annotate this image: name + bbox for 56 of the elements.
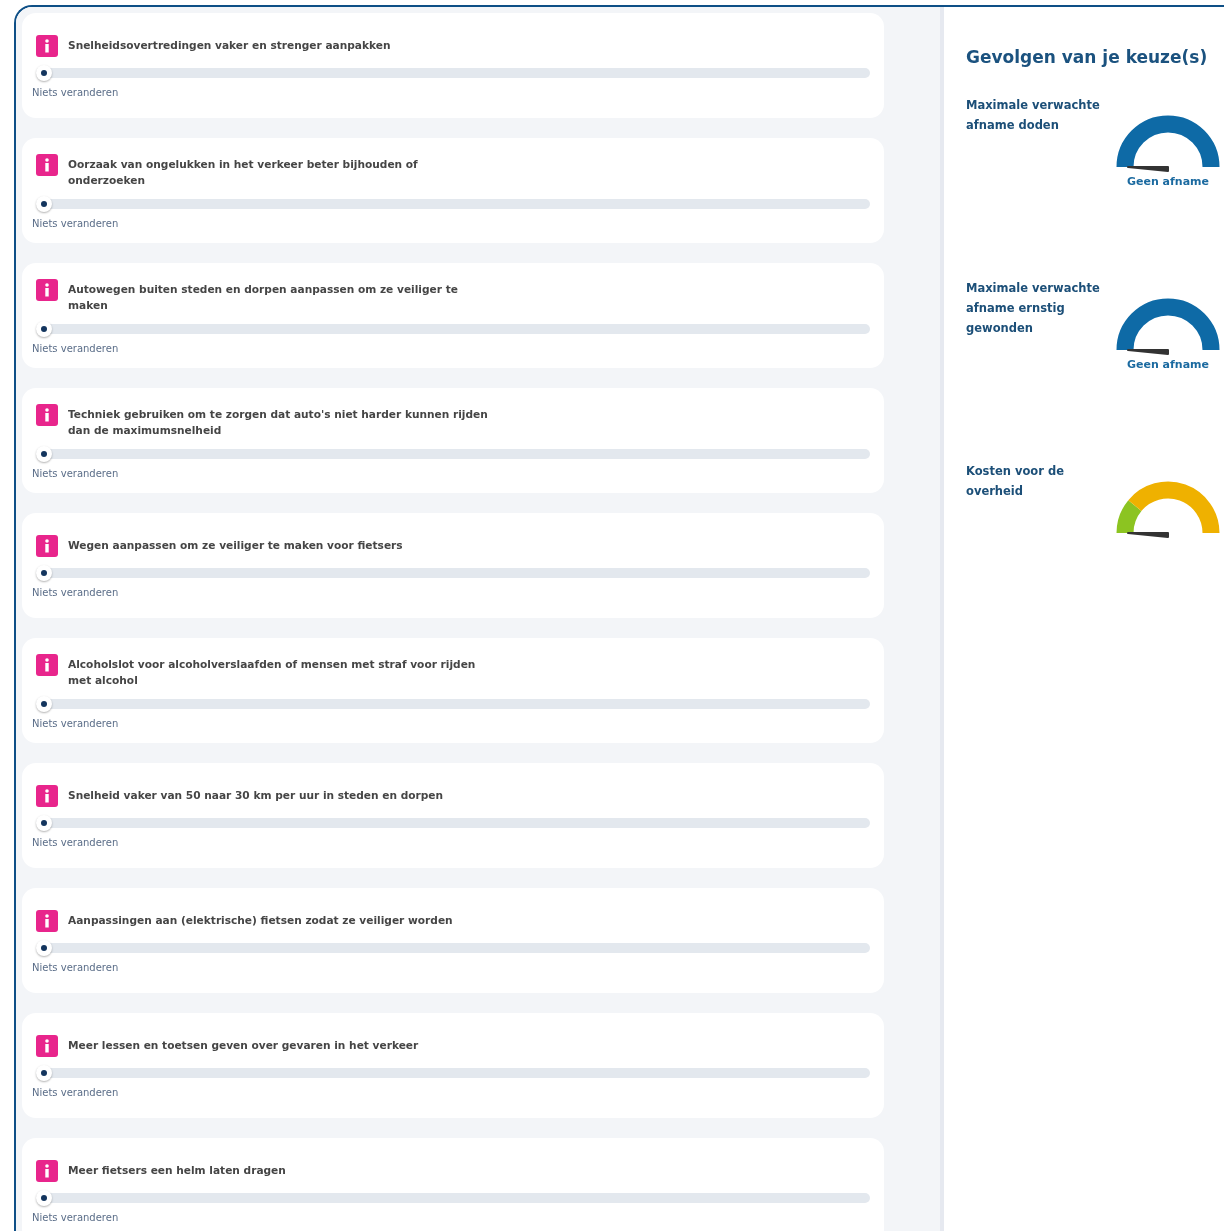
info-icon[interactable]	[36, 1160, 58, 1182]
slider-thumb[interactable]	[36, 65, 52, 81]
info-icon[interactable]	[36, 35, 58, 57]
slider-track[interactable]	[36, 196, 870, 212]
slider-track[interactable]	[36, 321, 870, 337]
info-icon[interactable]	[36, 910, 58, 932]
gauge-reading: Geen afname	[1127, 175, 1209, 188]
measure-title: Snelheidsovertredingen vaker en strenger aanpakken	[68, 38, 391, 53]
measure-title: Wegen aanpassen om ze veiliger te maken voor fietsers	[68, 538, 403, 553]
slider-value: Niets veranderen	[32, 218, 120, 229]
slider-value: Niets veranderen	[32, 468, 120, 479]
info-icon[interactable]	[36, 404, 58, 426]
measure-title: Meer fietsers een helm laten dragen	[68, 1163, 286, 1178]
slider-track[interactable]	[36, 1190, 870, 1206]
gauge-reading: Geen afname	[1127, 358, 1209, 371]
slider-thumb[interactable]	[36, 696, 52, 712]
info-icon[interactable]	[36, 154, 58, 176]
metric-label: Kosten voor de overheid	[966, 463, 1065, 500]
slider-thumb[interactable]	[36, 1065, 52, 1081]
info-icon[interactable]	[36, 1035, 58, 1057]
measure-title: Oorzaak van ongelukken in het verkeer beter bijhouden of onderzoeken	[68, 157, 419, 188]
slider-value: Niets veranderen	[32, 718, 120, 729]
info-icon[interactable]	[36, 654, 58, 676]
info-icon[interactable]	[36, 535, 58, 557]
panel-title: Gevolgen van je keuze(s)	[966, 47, 1209, 67]
slider-track[interactable]	[36, 65, 870, 81]
slider-thumb[interactable]	[36, 1190, 52, 1206]
slider-thumb[interactable]	[36, 940, 52, 956]
slider-thumb[interactable]	[36, 446, 52, 462]
measure-title: Snelheid vaker van 50 naar 30 km per uur in steden en dorpen	[68, 788, 444, 803]
measure-title: Techniek gebruiken om te zorgen dat auto's niet harder kunnen rijden dan de maximumsnelheid	[68, 407, 488, 438]
measure-title: Aanpassingen aan (elektrische) fietsen zodat ze veiliger worden	[68, 913, 453, 928]
measure-title: Meer lessen en toetsen geven over gevaren in het verkeer	[68, 1038, 419, 1053]
metric-label: Maximale verwachte afname doden	[966, 97, 1101, 134]
slider-value: Niets veranderen	[32, 1212, 120, 1223]
slider-track[interactable]	[36, 815, 870, 831]
slider-thumb[interactable]	[36, 815, 52, 831]
slider-thumb[interactable]	[36, 321, 52, 337]
slider-value: Niets veranderen	[32, 343, 120, 354]
metric-label: Maximale verwachte afname ernstig gewonden	[966, 280, 1101, 337]
slider-value: Niets veranderen	[32, 962, 120, 973]
slider-value: Niets veranderen	[32, 587, 120, 598]
info-icon[interactable]	[36, 279, 58, 301]
slider-track[interactable]	[36, 446, 870, 462]
slider-track[interactable]	[36, 940, 870, 956]
slider-value: Niets veranderen	[32, 837, 120, 848]
slider-value: Niets veranderen	[32, 87, 120, 98]
slider-track[interactable]	[36, 1065, 870, 1081]
slider-value: Niets veranderen	[32, 1087, 120, 1098]
info-icon[interactable]	[36, 785, 58, 807]
measure-title: Autowegen buiten steden en dorpen aanpassen om ze veiliger te maken	[68, 282, 459, 313]
slider-thumb[interactable]	[36, 565, 52, 581]
slider-track[interactable]	[36, 696, 870, 712]
slider-thumb[interactable]	[36, 196, 52, 212]
slider-track[interactable]	[36, 565, 870, 581]
measure-title: Alcoholslot voor alcoholverslaafden of mensen met straf voor rijden met alcohol	[68, 657, 477, 688]
